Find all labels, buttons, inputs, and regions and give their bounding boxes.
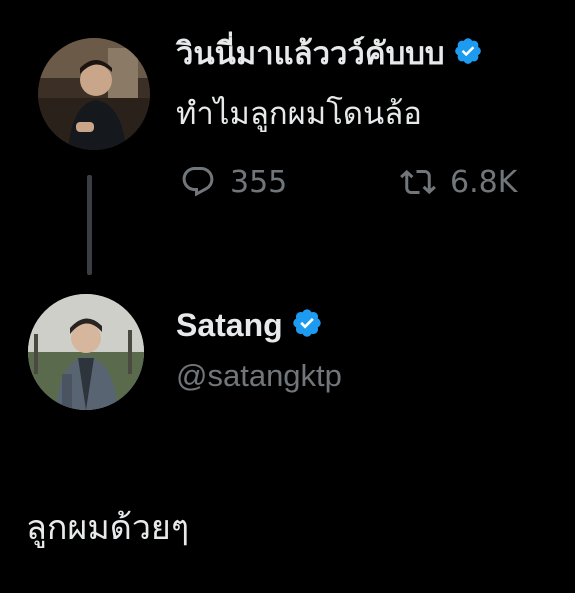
verified-badge-icon: [453, 36, 483, 70]
reply-tweet-text: ลูกผมด้วยๆ: [26, 508, 190, 548]
parent-author-avatar[interactable]: [38, 38, 150, 150]
verified-badge-icon: [291, 307, 323, 343]
reply-author-name-row[interactable]: Satang: [176, 302, 323, 348]
parent-tweet-text: ทำไมลูกผมโดนล้อ: [176, 96, 422, 132]
profile-photo: [28, 294, 144, 410]
reply-count: 355: [230, 164, 288, 200]
reply-author-avatar[interactable]: [28, 294, 144, 410]
retweet-icon: [400, 164, 450, 200]
reply-icon: [180, 164, 230, 200]
reply-author-display-name[interactable]: Satang: [176, 307, 283, 344]
reply-button[interactable]: 355: [180, 164, 287, 200]
profile-photo: [38, 38, 150, 150]
parent-author-display-name[interactable]: วินนี่มาแล้ววว์คับบบ: [176, 28, 445, 78]
parent-author-name-row[interactable]: วินนี่มาแล้ววว์คับบบ: [176, 28, 483, 78]
retweet-button[interactable]: 6.8K: [400, 164, 517, 200]
thread-connector-line: [87, 175, 92, 275]
reply-author-handle[interactable]: @satangktp: [176, 358, 342, 394]
retweet-count: 6.8K: [450, 164, 518, 200]
